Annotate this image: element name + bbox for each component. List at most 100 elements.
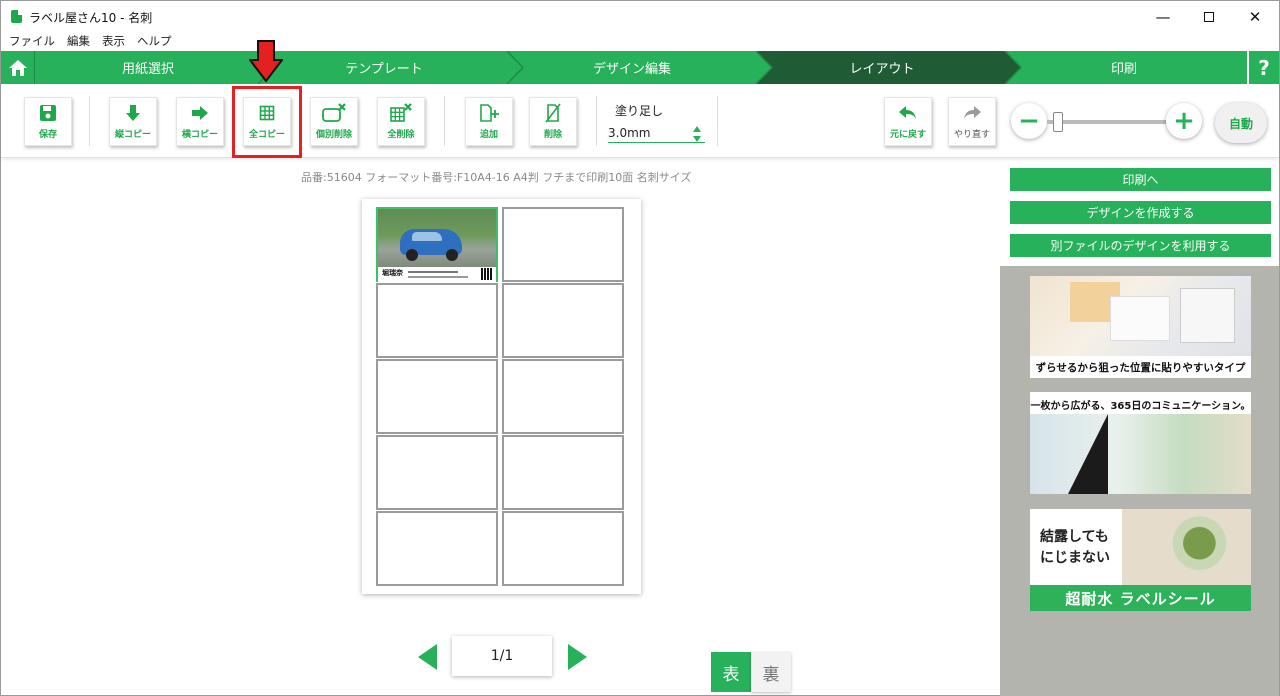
create-design-button[interactable]: デザインを作成する bbox=[1010, 201, 1271, 224]
title-bar: ラベル屋さん10 - 名刺 — ✕ bbox=[1, 1, 1279, 32]
toolbar-divider bbox=[444, 96, 445, 146]
highlight-frame bbox=[232, 86, 302, 158]
to-print-button[interactable]: 印刷へ bbox=[1010, 168, 1271, 191]
redo-label: やり直す bbox=[953, 130, 990, 140]
all-delete-label: 全削除 bbox=[387, 130, 415, 140]
ad-text-line: にじまない bbox=[1040, 550, 1110, 566]
step-template[interactable]: テンプレート bbox=[269, 51, 499, 84]
ad-text-area: 結露しても にじまない bbox=[1030, 509, 1122, 585]
menu-view[interactable]: 表示 bbox=[96, 32, 131, 51]
zoom-slider-track[interactable] bbox=[1047, 120, 1167, 124]
menu-edit[interactable]: 編集 bbox=[61, 32, 96, 51]
step-navigation: 用紙選択 テンプレート デザイン編集 レイアウト 印刷 ? bbox=[1, 51, 1279, 84]
next-page-icon[interactable] bbox=[568, 644, 587, 670]
label-sheet: 堀瑞奈 bbox=[362, 199, 641, 594]
menu-bar: ファイル 編集 表示 ヘルプ bbox=[1, 32, 178, 51]
envelope-shape bbox=[1180, 288, 1235, 343]
ad-text: 結露しても にじまない bbox=[1040, 527, 1110, 569]
auto-zoom-button[interactable]: 自動 bbox=[1215, 103, 1267, 143]
toolbar-divider bbox=[596, 96, 597, 146]
horizontal-copy-button[interactable]: 横コピー bbox=[176, 97, 224, 146]
ad-image bbox=[1030, 414, 1251, 494]
save-button[interactable]: 保存 bbox=[24, 97, 72, 146]
grid-delete-icon bbox=[390, 103, 412, 122]
step-design-edit[interactable]: デザイン編集 bbox=[517, 51, 747, 84]
undo-icon bbox=[899, 106, 916, 119]
add-page-label: 追加 bbox=[479, 130, 498, 140]
previous-page-icon[interactable] bbox=[418, 644, 437, 670]
label-cell[interactable] bbox=[502, 207, 624, 282]
toolbar-divider bbox=[717, 96, 718, 146]
ad-caption: 一枚から広がる、365日のコミュニケーション。 bbox=[1030, 401, 1251, 412]
menu-file[interactable]: ファイル bbox=[1, 32, 61, 51]
back-side-tab[interactable]: 裏 bbox=[751, 652, 791, 692]
label-cell[interactable] bbox=[376, 359, 498, 434]
ad-banner-2[interactable]: 一枚から広がる、365日のコミュニケーション。 bbox=[1030, 392, 1251, 494]
label-cell[interactable] bbox=[376, 283, 498, 358]
minimize-button[interactable]: — bbox=[1140, 1, 1186, 32]
card-photo bbox=[378, 209, 496, 267]
ad-text-line: 結露しても bbox=[1040, 529, 1109, 545]
bleed-spinner-icon[interactable] bbox=[692, 125, 702, 143]
card-name: 堀瑞奈 bbox=[382, 269, 403, 277]
card-text-line bbox=[408, 276, 468, 278]
label-cell-design[interactable]: 堀瑞奈 bbox=[376, 207, 498, 282]
horizontal-copy-label: 横コピー bbox=[181, 130, 218, 140]
card-text-line bbox=[408, 271, 458, 273]
undo-button[interactable]: 元に戻す bbox=[884, 97, 932, 146]
ad-banner-3[interactable]: 結露しても にじまない 超耐水 ラベルシール bbox=[1030, 509, 1251, 611]
qr-code-icon bbox=[481, 268, 493, 280]
zoom-out-button[interactable]: − bbox=[1011, 103, 1047, 139]
ad-banner-1[interactable]: ずらせるから狙った位置に貼りやすいタイプ bbox=[1030, 276, 1251, 378]
format-info: 品番:51604 フォーマット番号:F10A4-16 A4判 フチまで印刷10面… bbox=[301, 171, 692, 184]
add-page-icon bbox=[480, 104, 499, 122]
front-side-tab[interactable]: 表 bbox=[711, 652, 751, 692]
label-cell[interactable] bbox=[502, 511, 624, 586]
menu-help[interactable]: ヘルプ bbox=[131, 32, 178, 51]
redo-icon bbox=[964, 106, 981, 119]
step-layout[interactable]: レイアウト bbox=[767, 51, 997, 84]
save-label: 保存 bbox=[38, 130, 57, 140]
app-logo-icon bbox=[11, 10, 22, 23]
ad-image bbox=[1122, 509, 1251, 585]
window-title: ラベル屋さん10 - 名刺 bbox=[29, 11, 153, 25]
page-indicator: 1/1 bbox=[452, 636, 552, 676]
close-button[interactable]: ✕ bbox=[1232, 1, 1278, 32]
add-page-button[interactable]: 追加 bbox=[465, 97, 513, 146]
zoom-slider-thumb[interactable] bbox=[1052, 112, 1063, 132]
ad-image bbox=[1030, 276, 1251, 356]
individual-delete-label: 個別削除 bbox=[315, 130, 352, 140]
delete-page-label: 削除 bbox=[543, 130, 562, 140]
bleed-input[interactable]: 3.0mm bbox=[608, 124, 705, 143]
label-cell[interactable] bbox=[502, 435, 624, 510]
maximize-icon bbox=[1204, 11, 1214, 22]
label-cell[interactable] bbox=[502, 359, 624, 434]
red-arrow-down-icon bbox=[249, 40, 283, 82]
delete-page-button[interactable]: 削除 bbox=[529, 97, 577, 146]
redo-button[interactable]: やり直す bbox=[948, 97, 996, 146]
app-window: ラベル屋さん10 - 名刺 — ✕ ファイル 編集 表示 ヘルプ 用紙選択 テン… bbox=[0, 0, 1280, 696]
wheel-shape bbox=[446, 249, 458, 261]
toolbar-divider bbox=[89, 96, 90, 146]
envelope-shape bbox=[1110, 296, 1170, 341]
step-print[interactable]: 印刷 bbox=[1015, 51, 1233, 84]
use-other-file-button[interactable]: 別ファイルのデザインを利用する bbox=[1010, 234, 1271, 257]
label-cell[interactable] bbox=[502, 283, 624, 358]
save-icon bbox=[40, 105, 56, 121]
maximize-button[interactable] bbox=[1186, 1, 1232, 32]
step-paper-select[interactable]: 用紙選択 bbox=[35, 51, 261, 84]
ad-logo-shape bbox=[1068, 414, 1108, 494]
toolbar: 保存 縦コピー 横コピー 全コピー 個別削除 全削除 追加 削除 塗り足し 3.… bbox=[1, 84, 1279, 158]
help-button[interactable]: ? bbox=[1247, 51, 1279, 84]
label-cell[interactable] bbox=[376, 435, 498, 510]
zoom-in-button[interactable]: + bbox=[1166, 103, 1202, 139]
card-delete-icon bbox=[322, 103, 346, 122]
arrow-down-icon bbox=[126, 105, 140, 121]
bleed-label: 塗り足し bbox=[615, 104, 664, 118]
label-cell[interactable] bbox=[376, 511, 498, 586]
vertical-copy-button[interactable]: 縦コピー bbox=[109, 97, 157, 146]
all-delete-button[interactable]: 全削除 bbox=[377, 97, 425, 146]
vertical-copy-label: 縦コピー bbox=[114, 130, 151, 140]
ad-banner-title: 超耐水 ラベルシール bbox=[1030, 585, 1251, 611]
individual-delete-button[interactable]: 個別削除 bbox=[310, 97, 358, 146]
